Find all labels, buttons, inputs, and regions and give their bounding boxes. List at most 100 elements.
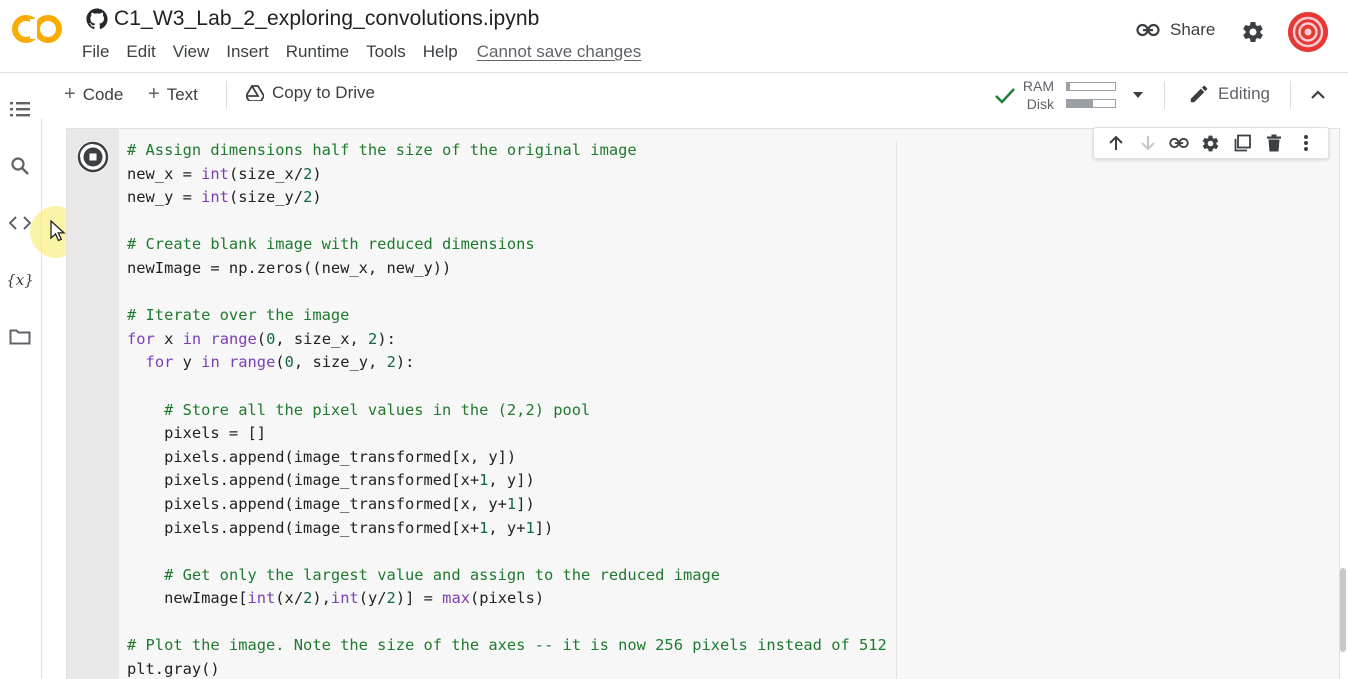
variables-button[interactable]: {x} <box>6 268 34 292</box>
more-options-button[interactable] <box>1295 132 1317 154</box>
code-snippets-button[interactable] <box>8 211 32 235</box>
menu-file[interactable]: File <box>82 42 109 62</box>
code-line[interactable]: newImage = np.zeros((new_x, new_y)) <box>127 257 887 281</box>
menu-runtime[interactable]: Runtime <box>286 42 349 62</box>
editing-label: Editing <box>1218 84 1270 103</box>
code-line[interactable]: new_x = int(size_x/2) <box>127 163 887 187</box>
share-button[interactable]: Share <box>1136 20 1215 40</box>
disk-meter <box>1066 99 1116 108</box>
add-code-label: Code <box>82 84 124 104</box>
code-line[interactable]: pixels.append(image_transformed[x, y+1]) <box>127 493 887 517</box>
mirror-cell-button[interactable] <box>1232 132 1254 154</box>
title-row: C1_W3_Lab_2_exploring_convolutions.ipynb <box>86 6 539 32</box>
code-line[interactable]: pixels.append(image_transformed[x+1, y]) <box>127 469 887 493</box>
code-line[interactable] <box>127 375 887 399</box>
disk-meter-fill <box>1067 100 1094 107</box>
code-line[interactable]: pixels = [] <box>127 422 887 446</box>
code-snippets-icon <box>9 216 31 230</box>
mouse-cursor-icon <box>50 220 66 242</box>
resource-monitor[interactable]: RAM Disk <box>994 77 1154 115</box>
add-text-label: Text <box>166 84 198 104</box>
search-icon <box>11 157 29 175</box>
share-label: Share <box>1170 20 1216 39</box>
menu-tools[interactable]: Tools <box>366 42 406 62</box>
checkmark-icon <box>995 88 1015 104</box>
menu-insert[interactable]: Insert <box>226 42 269 62</box>
code-line[interactable]: new_y = int(size_y/2) <box>127 186 887 210</box>
plus-icon: + <box>148 83 160 105</box>
gear-icon <box>1203 135 1219 151</box>
code-line[interactable] <box>127 281 887 305</box>
settings-button[interactable] <box>1241 20 1265 49</box>
disk-label: Disk <box>1026 96 1054 112</box>
add-code-button[interactable]: + Code <box>64 83 123 106</box>
code-line[interactable]: # Assign dimensions half the size of the… <box>127 139 887 163</box>
code-line[interactable] <box>127 210 887 234</box>
delete-cell-button[interactable] <box>1263 132 1285 154</box>
notebook-title[interactable]: C1_W3_Lab_2_exploring_convolutions.ipynb <box>114 7 539 31</box>
code-line[interactable]: pixels.append(image_transformed[x+1, y+1… <box>127 517 887 541</box>
gear-icon <box>1243 22 1263 43</box>
code-cell[interactable]: # Assign dimensions half the size of the… <box>66 127 1340 679</box>
code-line[interactable]: # Get only the largest value and assign … <box>127 564 887 588</box>
toolbar-divider <box>1290 81 1291 109</box>
code-editor[interactable]: # Assign dimensions half the size of the… <box>127 139 887 679</box>
link-icon <box>1169 137 1189 149</box>
menu-edit[interactable]: Edit <box>126 42 155 62</box>
move-down-button[interactable] <box>1137 132 1159 154</box>
github-icon <box>86 8 108 30</box>
link-to-cell-button[interactable] <box>1168 132 1190 154</box>
collapse-header-button[interactable] <box>1308 85 1328 110</box>
code-line[interactable] <box>127 540 887 564</box>
code-line[interactable]: newImage[int(x/2),int(y/2)] = max(pixels… <box>127 587 887 611</box>
editing-mode-button[interactable]: Editing <box>1188 83 1270 105</box>
ram-meter <box>1066 82 1116 91</box>
cannot-save-link[interactable]: Cannot save changes <box>477 42 641 62</box>
search-button[interactable] <box>8 154 32 178</box>
add-text-button[interactable]: + Text <box>148 83 198 106</box>
cell-settings-button[interactable] <box>1200 132 1222 154</box>
code-line[interactable]: pixels.append(image_transformed[x, y]) <box>127 446 887 470</box>
code-line[interactable]: for x in range(0, size_x, 2): <box>127 328 887 352</box>
ram-meter-fill <box>1067 83 1070 90</box>
move-up-button[interactable] <box>1105 132 1127 154</box>
app-header: C1_W3_Lab_2_exploring_convolutions.ipynb… <box>0 0 1348 72</box>
copy-to-drive-button[interactable]: Copy to Drive <box>246 83 375 103</box>
code-line[interactable] <box>127 611 887 635</box>
table-of-contents-button[interactable] <box>8 97 32 121</box>
menu-bar: File Edit View Insert Runtime Tools Help… <box>82 42 658 62</box>
trash-icon <box>1267 134 1282 152</box>
arrow-up-icon <box>1109 135 1123 150</box>
arrow-down-icon <box>1140 136 1155 151</box>
pencil-icon <box>1190 85 1208 103</box>
toolbar-divider <box>1164 81 1165 109</box>
vertical-scrollbar[interactable] <box>1340 568 1346 652</box>
code-line[interactable]: # Create blank image with reduced dimens… <box>127 233 887 257</box>
account-avatar[interactable] <box>1288 12 1328 52</box>
editor-ruler <box>896 141 897 679</box>
menu-help[interactable]: Help <box>423 42 458 62</box>
files-button[interactable] <box>8 325 32 349</box>
code-line[interactable]: # Store all the pixel values in the (2,2… <box>127 399 887 423</box>
menu-view[interactable]: View <box>173 42 210 62</box>
dropdown-arrow-icon[interactable] <box>1132 90 1144 100</box>
toolbar-divider <box>226 81 227 109</box>
more-vert-icon <box>1304 135 1309 151</box>
copy-to-drive-label: Copy to Drive <box>272 83 375 102</box>
colab-logo-icon <box>12 15 62 43</box>
code-line[interactable]: plt.gray() <box>127 658 887 679</box>
code-line[interactable]: # Plot the image. Note the size of the a… <box>127 634 887 658</box>
cell-toolbar <box>1093 127 1329 159</box>
mirror-cell-icon <box>1234 134 1251 152</box>
left-sidebar: {x} <box>0 102 42 679</box>
stop-execution-icon <box>77 141 109 173</box>
code-line[interactable]: # Iterate over the image <box>127 304 887 328</box>
notebook-toolbar: + Code + Text Copy to Drive RAM Disk Edi… <box>0 72 1348 118</box>
avatar-icon <box>1288 12 1328 52</box>
run-cell-button[interactable] <box>77 141 109 173</box>
link-icon <box>1136 23 1160 37</box>
colab-logo[interactable] <box>10 10 66 48</box>
code-line[interactable]: for y in range(0, size_y, 2): <box>127 351 887 375</box>
plus-icon: + <box>64 83 76 105</box>
folder-icon <box>9 329 31 345</box>
